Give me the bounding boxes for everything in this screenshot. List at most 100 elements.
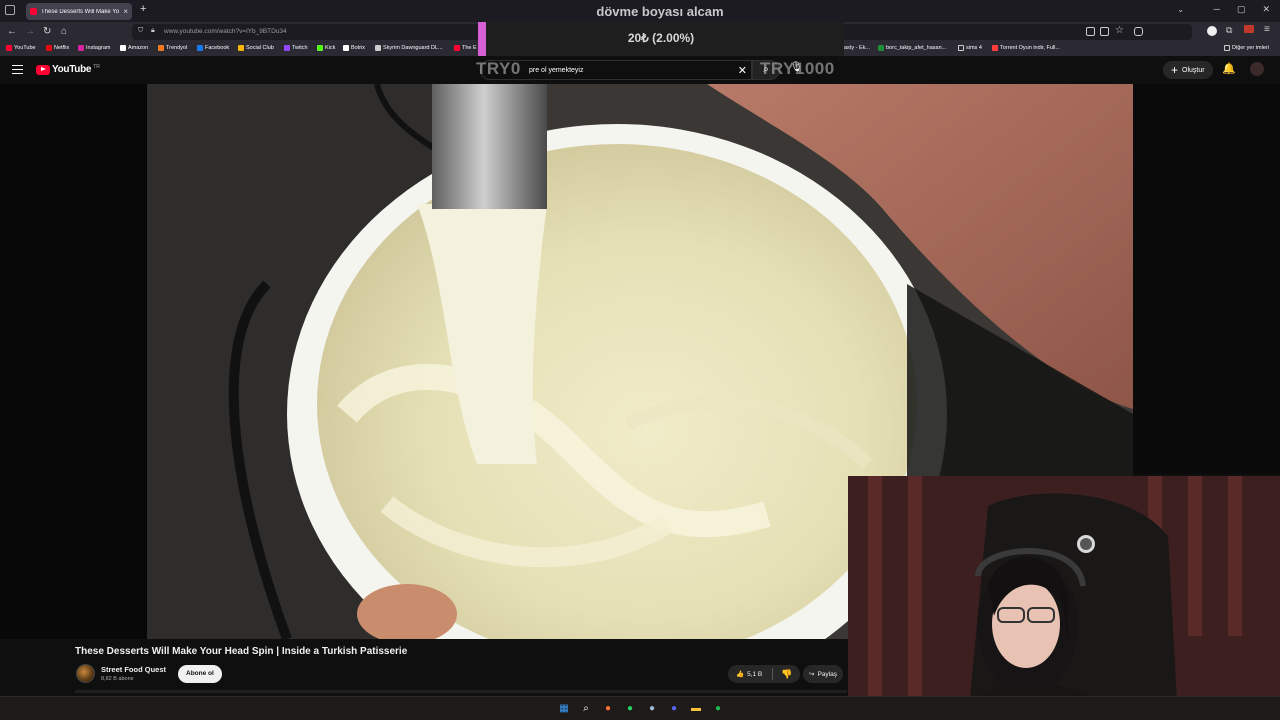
new-tab-button[interactable]: +	[140, 3, 146, 15]
whatsapp-icon[interactable]: ●	[624, 703, 636, 715]
home-button[interactable]: ⌂	[61, 26, 67, 37]
botrix-icon	[343, 45, 349, 51]
chevron-down-icon[interactable]: ⌄	[1177, 5, 1184, 14]
youtube-header: YouTube TR pre ol yemekteyiz ✕ ⌕ 🎙 + Olu…	[0, 56, 1280, 84]
clear-search-icon[interactable]: ✕	[738, 64, 747, 77]
kick-icon	[317, 45, 323, 51]
instagram-icon	[78, 45, 84, 51]
menu-icon[interactable]: ≡	[1264, 24, 1270, 35]
youtube-icon	[6, 45, 12, 51]
maximize-button[interactable]: ▢	[1237, 4, 1246, 15]
trendyol-icon	[158, 45, 164, 51]
url-text: www.youtube.com/watch?v=lYb_9BTDu34	[164, 28, 287, 35]
donation-amount: 20₺ (2.00%)	[627, 31, 695, 45]
share-label: Paylaş	[817, 670, 837, 678]
windows-taskbar: ▦ ⌕ ● ● ● ● ▬ ●	[0, 696, 1280, 720]
share-button[interactable]: ↪ Paylaş	[803, 665, 843, 683]
goal-start-label: TRY0	[476, 59, 521, 78]
twitch-icon	[284, 45, 290, 51]
skyrim-icon	[375, 45, 381, 51]
subscriber-count: 8,82 B abone	[101, 676, 134, 682]
bookmark-twitch[interactable]: Twitch	[284, 45, 308, 51]
firefox-icon[interactable]: ●	[602, 703, 614, 715]
dislike-button[interactable]: 👎	[776, 665, 798, 683]
netflix-icon	[46, 45, 52, 51]
bookmark-torrent[interactable]: Torrent Oyun indir, Full...	[992, 45, 1060, 51]
goal-end-label: TRY1000	[760, 59, 835, 78]
subscribe-button[interactable]: Abone ol	[178, 665, 222, 683]
folder-icon	[1224, 45, 1230, 51]
flag-extension-icon[interactable]	[1244, 25, 1254, 33]
plus-icon: +	[1171, 63, 1179, 77]
discord-icon[interactable]: ●	[668, 703, 680, 715]
bookmark-kick[interactable]: Kick	[317, 45, 335, 51]
like-count: 5,1 B	[747, 670, 763, 678]
other-bookmarks[interactable]: Diğer yer imleri	[1224, 45, 1269, 51]
tab-active[interactable]: These Desserts Will Make Your ×	[26, 3, 132, 20]
forward-button[interactable]: →	[25, 26, 35, 37]
bookmark-skyrim[interactable]: Skyrim Dawnguard DL...	[375, 45, 443, 51]
reader-view-icon[interactable]	[1100, 27, 1109, 36]
video-title: These Desserts Will Make Your Head Spin …	[75, 646, 408, 657]
divider	[772, 668, 773, 680]
spotify-icon[interactable]: ●	[712, 703, 724, 715]
bookmark-facebook[interactable]: Facebook	[197, 45, 229, 51]
tab-close-icon[interactable]: ×	[123, 7, 128, 16]
create-label: Oluştur	[1182, 66, 1205, 74]
bookmark-youtube[interactable]: YouTube	[6, 45, 36, 51]
tab-title: These Desserts Will Make Your	[41, 8, 120, 15]
bookmark-the-e[interactable]: The E	[454, 45, 477, 51]
avatar[interactable]	[1250, 62, 1264, 76]
youtube-play-icon	[36, 64, 50, 75]
amazon-icon	[120, 45, 126, 51]
video-letterbox-right	[1133, 84, 1280, 474]
social-club-icon	[238, 45, 244, 51]
windows-start-icon[interactable]: ▦	[558, 703, 570, 715]
donation-goal-panel: 20₺ (2.00%)	[478, 22, 844, 56]
camera-icon[interactable]	[1134, 27, 1143, 36]
bookmark-botrix[interactable]: Botrix	[343, 45, 365, 51]
bookmark-social-club[interactable]: Social Club	[238, 45, 274, 51]
hamburger-menu-icon[interactable]	[12, 65, 23, 74]
sheets-icon	[878, 45, 884, 51]
lock-icon[interactable]: 🔒︎	[151, 27, 155, 35]
webcam-feed	[848, 476, 1280, 720]
extensions-puzzle-icon[interactable]: ⧉	[1226, 25, 1232, 36]
youtube-logo[interactable]: YouTube TR	[36, 64, 100, 75]
notifications-bell-icon[interactable]: 🔔	[1222, 62, 1236, 75]
bookmark-amazon[interactable]: Amazon	[120, 45, 148, 51]
bookmark-star-icon[interactable]: ☆	[1115, 25, 1124, 36]
create-button[interactable]: + Oluştur	[1163, 61, 1213, 79]
bookmark-netflix[interactable]: Netflix	[46, 45, 69, 51]
channel-avatar[interactable]	[76, 664, 95, 683]
video-letterbox-left	[0, 84, 147, 639]
folder-icon	[958, 45, 964, 51]
minimize-button[interactable]: ─	[1214, 4, 1220, 15]
bookmark-sims4[interactable]: sims 4	[958, 45, 982, 51]
youtube-favicon-icon	[30, 8, 37, 15]
bookmark-borc-takip[interactable]: borc_takip_afet_hasan...	[878, 45, 946, 51]
share-icon: ↪	[809, 671, 815, 678]
screenshot-icon[interactable]	[1086, 27, 1095, 36]
search-input[interactable]: pre ol yemekteyiz	[529, 67, 583, 74]
extension-icon[interactable]	[1207, 26, 1217, 36]
channel-name[interactable]: Street Food Quest	[101, 665, 166, 674]
search-icon[interactable]: ⌕	[580, 703, 592, 715]
bookmark-trendyol[interactable]: Trendyol	[158, 45, 187, 51]
steam-icon[interactable]: ●	[646, 703, 658, 715]
thumbs-up-icon: 👍	[736, 671, 745, 678]
shield-icon[interactable]: ⛉	[138, 27, 143, 35]
facebook-icon	[197, 45, 203, 51]
bookmark-asty[interactable]: asty - Ek...	[844, 45, 870, 51]
like-button[interactable]: 👍 5,1 B	[728, 665, 772, 683]
bookmark-instagram[interactable]: Instagram	[78, 45, 110, 51]
reload-button[interactable]: ↻	[43, 26, 51, 37]
webcam-frame	[848, 476, 1280, 720]
tab-list-icon[interactable]	[5, 5, 15, 15]
stream-overlay-title: dövme boyası alcam	[596, 4, 724, 19]
close-window-button[interactable]: ✕	[1262, 4, 1270, 15]
like-dislike-group: 👍 5,1 B 👎	[728, 665, 800, 683]
file-explorer-icon[interactable]: ▬	[690, 703, 702, 715]
youtube-icon	[454, 45, 460, 51]
back-button[interactable]: ←	[7, 26, 17, 37]
